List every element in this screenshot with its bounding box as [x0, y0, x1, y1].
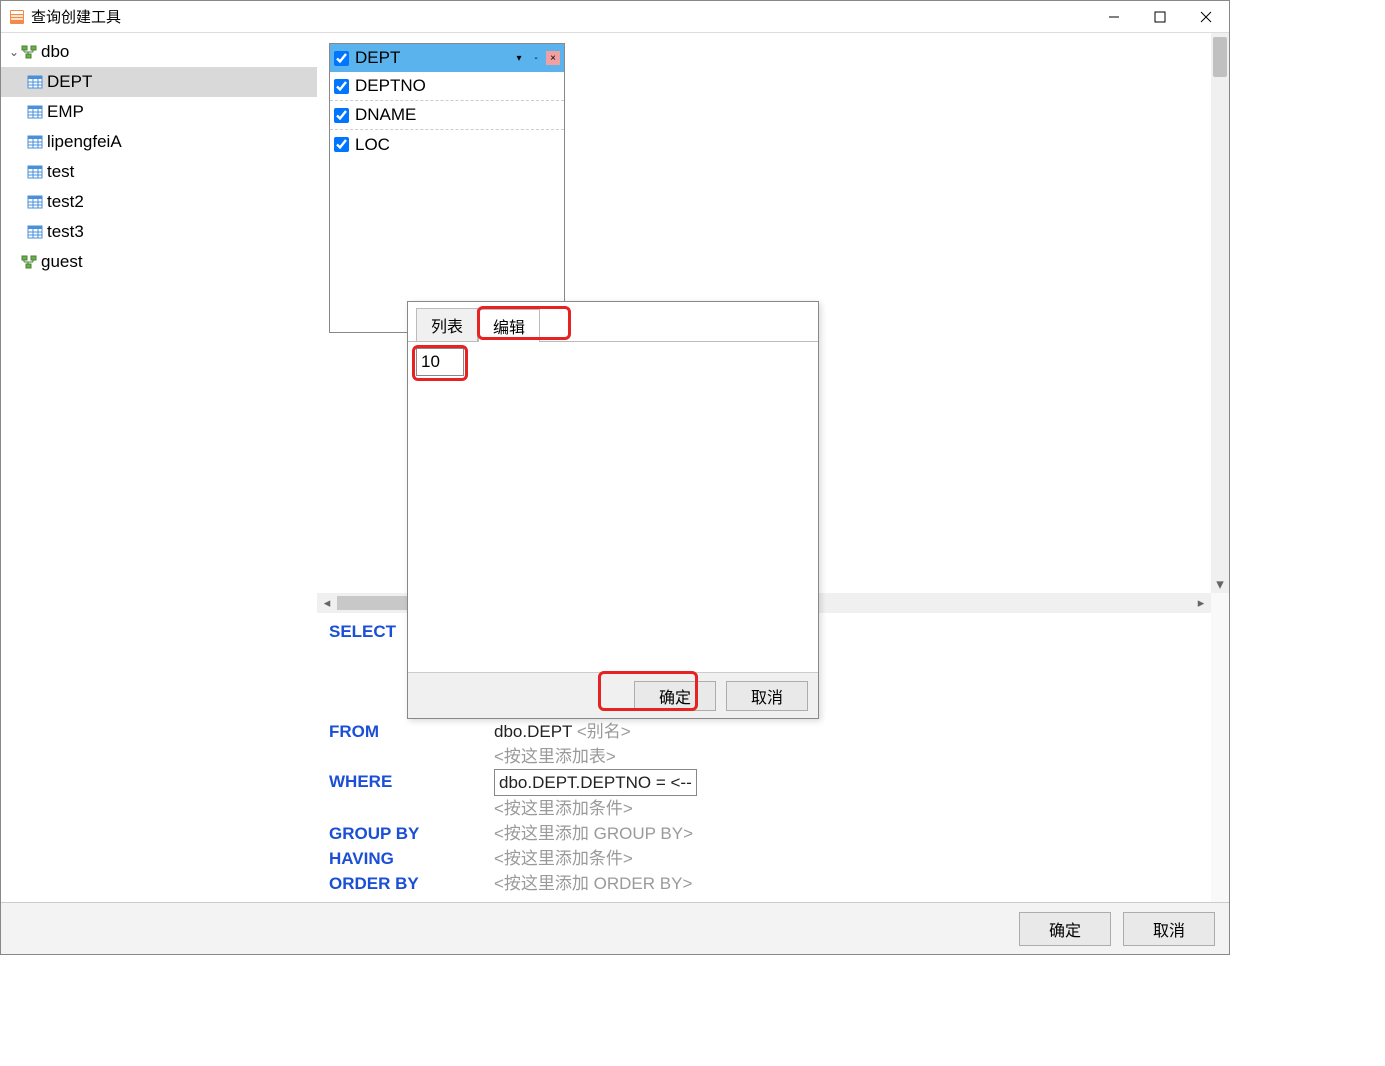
ok-button[interactable]: 确定 — [1019, 912, 1111, 946]
column-checkbox[interactable] — [334, 79, 349, 94]
table-box-header[interactable]: DEPT▾-× — [330, 44, 564, 72]
table-box-title: DEPT — [355, 48, 512, 68]
column-checkbox[interactable] — [334, 137, 349, 152]
add-table-placeholder[interactable]: <按这里添加表> — [494, 744, 616, 769]
scroll-left-arrow[interactable]: ◂ — [317, 595, 337, 611]
schema-node[interactable]: guest — [1, 247, 317, 277]
table-icon — [27, 75, 43, 89]
having-keyword: HAVING — [329, 846, 494, 871]
dialog-tabs: 列表 编辑 — [408, 302, 818, 342]
table-icon — [27, 135, 43, 149]
table-node[interactable]: test3 — [1, 217, 317, 247]
table-label: test3 — [47, 222, 84, 242]
table-icon — [27, 105, 43, 119]
close-button[interactable] — [1183, 2, 1229, 32]
tab-list[interactable]: 列表 — [416, 308, 478, 341]
dialog-ok-button[interactable]: 确定 — [634, 681, 716, 711]
alias-placeholder[interactable]: <别名> — [577, 722, 631, 741]
column-name: LOC — [355, 135, 390, 155]
table-node[interactable]: DEPT — [1, 67, 317, 97]
minimize-button[interactable] — [1091, 2, 1137, 32]
titlebar: 查询创建工具 — [1, 1, 1229, 33]
column-name: DEPTNO — [355, 76, 426, 96]
vertical-scrollbar[interactable]: ▴ ▾ — [1211, 33, 1229, 593]
schema-node[interactable]: ⌄ dbo — [1, 37, 317, 67]
where-expression[interactable]: dbo.DEPT.DEPTNO = <-- — [494, 769, 697, 796]
table-node[interactable]: test — [1, 157, 317, 187]
table-label: DEPT — [47, 72, 92, 92]
dialog-footer: 确定 取消 — [408, 672, 818, 718]
window-title: 查询创建工具 — [31, 6, 1091, 27]
table-icon — [27, 165, 43, 179]
table-box-close[interactable]: × — [546, 51, 560, 65]
body: ⌄ dbo DEPT EMP lipengfeiA test test2 test3 guest… — [1, 33, 1229, 902]
table-label: test — [47, 162, 74, 182]
value-editor-dialog: 列表 编辑 确定 取消 — [407, 301, 819, 719]
scroll-right-arrow[interactable]: ▸ — [1191, 595, 1211, 611]
scroll-thumb[interactable] — [1213, 37, 1227, 77]
from-keyword: FROM — [329, 719, 494, 744]
dialog-cancel-button[interactable]: 取消 — [726, 681, 808, 711]
having-placeholder[interactable]: <按这里添加条件> — [494, 846, 633, 871]
schema-label: dbo — [41, 42, 69, 62]
groupby-keyword: GROUP BY — [329, 821, 494, 846]
maximize-button[interactable] — [1137, 2, 1183, 32]
table-box-minimize[interactable]: - — [529, 51, 543, 65]
schema-icon — [21, 45, 37, 59]
bottom-bar: 确定 取消 — [1, 902, 1229, 954]
column-row[interactable]: LOC — [330, 130, 564, 159]
table-label: EMP — [47, 102, 84, 122]
schema-label: guest — [41, 252, 83, 272]
table-node[interactable]: lipengfeiA — [1, 127, 317, 157]
schema-icon — [21, 255, 37, 269]
table-node[interactable]: test2 — [1, 187, 317, 217]
groupby-placeholder[interactable]: <按这里添加 GROUP BY> — [494, 821, 693, 846]
column-row[interactable]: DEPTNO — [330, 72, 564, 101]
table-icon — [27, 195, 43, 209]
add-condition-placeholder[interactable]: <按这里添加条件> — [494, 796, 633, 821]
column-checkbox[interactable] — [334, 108, 349, 123]
table-label: lipengfeiA — [47, 132, 122, 152]
cancel-button[interactable]: 取消 — [1123, 912, 1215, 946]
window-controls — [1091, 2, 1229, 32]
orderby-keyword: ORDER BY — [329, 871, 494, 896]
from-table[interactable]: dbo.DEPT — [494, 722, 572, 741]
column-name: DNAME — [355, 105, 416, 125]
table-icon — [27, 225, 43, 239]
app-icon — [9, 9, 25, 25]
query-builder-window: 查询创建工具 ⌄ dbo DEPT EMP lipengfeiA test test2 tes… — [0, 0, 1230, 955]
orderby-placeholder[interactable]: <按这里添加 ORDER BY> — [494, 871, 692, 896]
tab-edit[interactable]: 编辑 — [478, 309, 540, 342]
table-node[interactable]: EMP — [1, 97, 317, 127]
table-box-dropdown[interactable]: ▾ — [512, 51, 526, 65]
where-keyword: WHERE — [329, 769, 494, 796]
table-box[interactable]: DEPT▾-× DEPTNO DNAME LOC — [329, 43, 565, 333]
scroll-down-arrow[interactable]: ▾ — [1211, 575, 1229, 593]
dialog-content — [408, 342, 818, 672]
expand-icon[interactable]: ⌄ — [7, 45, 21, 59]
column-row[interactable]: DNAME — [330, 101, 564, 130]
table-checkbox[interactable] — [334, 51, 349, 66]
from-line[interactable]: dbo.DEPT <别名> — [494, 719, 631, 744]
value-input[interactable] — [416, 348, 464, 376]
table-label: test2 — [47, 192, 84, 212]
schema-tree: ⌄ dbo DEPT EMP lipengfeiA test test2 test3 guest — [1, 33, 317, 902]
